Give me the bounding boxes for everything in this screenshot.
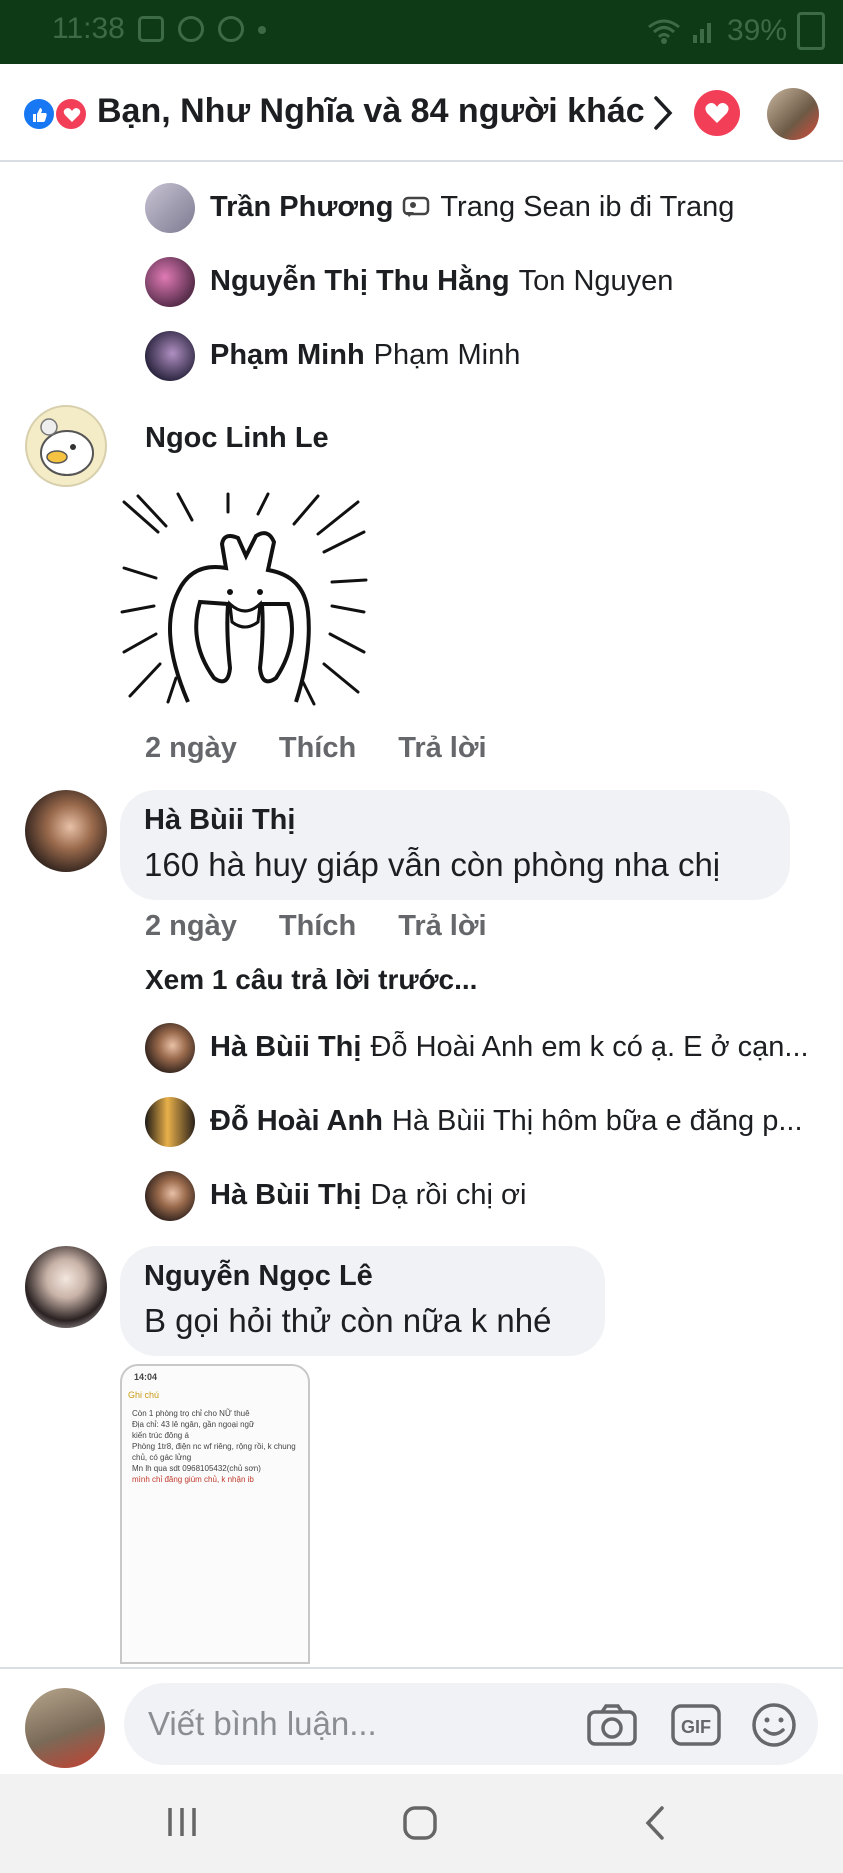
note-line: kiến trúc đông á	[132, 1431, 189, 1440]
avatar[interactable]	[25, 1246, 107, 1328]
screenshot-note-text: Còn 1 phòng trọ chỉ cho NỮ thuê Địa chỉ:…	[132, 1408, 302, 1485]
reply-item: Nguyễn Thị Thu Hằng Ton Nguyen	[210, 265, 673, 298]
note-line: Địa chỉ: 43 lê ngân, gần ngoại ngữ	[132, 1420, 255, 1429]
current-user-avatar	[25, 1688, 105, 1768]
reply-author[interactable]: Nguyễn Thị Thu Hằng	[210, 265, 510, 298]
reply-author[interactable]: Đỗ Hoài Anh	[210, 1105, 383, 1138]
reply-item: Hà Bùii Thị Dạ rồi chị ơi	[210, 1179, 526, 1212]
comment-bubble[interactable]: Hà Bùii Thị 160 hà huy giáp vẫn còn phòn…	[120, 790, 790, 900]
reactions-summary[interactable]: Bạn, Như Nghĩa và 84 người khác	[97, 92, 645, 131]
status-time: 11:38	[52, 12, 125, 45]
home-icon[interactable]	[401, 1804, 439, 1842]
reply-author[interactable]: Hà Bùii Thị	[210, 1179, 361, 1212]
comment-actions: 2 ngày Thích Trả lời	[145, 732, 529, 765]
signal-icon	[692, 23, 711, 43]
avatar[interactable]	[145, 1023, 195, 1073]
heart-reaction-button[interactable]	[694, 90, 740, 136]
emoji-icon[interactable]	[750, 1701, 798, 1749]
reply-text: Phạm Minh	[373, 339, 521, 371]
reply-text: Đỗ Hoài Anh em k có ạ. E ở cạn...	[370, 1031, 809, 1063]
gallery-notification-icon	[138, 16, 164, 42]
attached-screenshot[interactable]: 14:04 Ghi chú Còn 1 phòng trọ chỉ cho NỮ…	[120, 1364, 310, 1664]
tagged-icon	[403, 196, 430, 217]
comment-author[interactable]: Hà Bùii Thị	[144, 804, 295, 837]
love-reaction-icon	[54, 97, 88, 131]
avatar[interactable]	[145, 257, 195, 307]
comment-author[interactable]: Nguyễn Ngọc Lê	[144, 1260, 373, 1293]
gif-icon[interactable]: GIF	[670, 1703, 722, 1747]
reply-author[interactable]: Hà Bùii Thị	[210, 1031, 361, 1064]
reply-text: Hà Bùii Thị hôm bữa e đăng p...	[391, 1105, 803, 1137]
comment-placeholder: Viết bình luận...	[148, 1705, 377, 1742]
avatar[interactable]	[145, 1097, 195, 1147]
reply-item: Hà Bùii Thị Đỗ Hoài Anh em k có ạ. E ở c…	[210, 1031, 809, 1064]
comment-time: 2 ngày	[145, 732, 237, 764]
reply-text: Trang Sean ib đi Trang	[440, 191, 735, 223]
status-bar: 11:38 39%	[0, 0, 843, 64]
reply-author[interactable]: Trần Phương	[210, 191, 393, 224]
like-button[interactable]: Thích	[279, 910, 356, 943]
like-button[interactable]: Thích	[279, 732, 356, 765]
recent-apps-icon[interactable]	[164, 1804, 200, 1840]
screenshot-back-link: Ghi chú	[128, 1390, 160, 1400]
comment-actions: 2 ngày Thích Trả lời	[145, 910, 529, 943]
like-reaction-icon	[22, 97, 56, 131]
reply-button[interactable]: Trả lời	[398, 910, 486, 943]
comment-text: B gọi hỏi thử còn nữa k nhé	[144, 1302, 552, 1339]
screenshot-time: 14:04	[134, 1372, 158, 1382]
reactions-header: Bạn, Như Nghĩa và 84 người khác	[0, 64, 843, 162]
reply-text: Dạ rồi chị ơi	[370, 1179, 527, 1211]
duck-avatar-icon	[40, 418, 94, 476]
messenger-notification-icon	[178, 16, 204, 42]
avatar[interactable]	[145, 331, 195, 381]
system-navigation-bar	[0, 1774, 843, 1873]
wifi-icon	[648, 19, 680, 44]
reply-item: Phạm Minh Phạm Minh	[210, 339, 520, 372]
battery-percent: 39%	[726, 14, 787, 47]
reply-button[interactable]: Trả lời	[398, 732, 486, 765]
more-notifications-icon	[258, 26, 266, 34]
back-icon[interactable]	[640, 1804, 670, 1842]
sticker-image[interactable]	[118, 492, 368, 707]
note-line: mình chỉ đăng giùm chủ, k nhận ib	[132, 1475, 254, 1484]
avatar[interactable]	[145, 183, 195, 233]
reply-item: Trần Phương Trang Sean ib đi Trang	[210, 191, 734, 224]
comment-text: 160 hà huy giáp vẫn còn phòng nha chị	[144, 846, 721, 883]
comment-time: 2 ngày	[145, 910, 237, 942]
avatar[interactable]	[25, 790, 107, 872]
comment-composer: Viết bình luận... GIF	[0, 1667, 843, 1774]
avatar[interactable]	[145, 1171, 195, 1221]
post-author-avatar[interactable]	[767, 88, 819, 140]
chevron-right-icon[interactable]	[652, 94, 674, 132]
comment-bubble[interactable]: Nguyễn Ngọc Lê B gọi hỏi thử còn nữa k n…	[120, 1246, 605, 1356]
reply-text: Ton Nguyen	[518, 265, 674, 297]
comment-input[interactable]: Viết bình luận... GIF	[124, 1683, 818, 1765]
avatar[interactable]	[25, 405, 107, 487]
note-line: Còn 1 phòng trọ chỉ cho NỮ thuê	[132, 1409, 250, 1418]
note-line: chủ, có gác lửng	[132, 1453, 192, 1462]
view-previous-replies-link[interactable]: Xem 1 câu trả lời trước...	[145, 964, 477, 996]
comment-author[interactable]: Ngoc Linh Le	[145, 422, 329, 455]
svg-text:GIF: GIF	[681, 1717, 711, 1737]
camera-icon[interactable]	[586, 1703, 638, 1747]
heart-icon	[705, 102, 729, 123]
note-line: Mn lh qua sdt 0968105432(chủ sơn)	[132, 1464, 261, 1473]
app-notification-icon	[218, 16, 244, 42]
battery-icon	[797, 12, 825, 50]
reply-item: Đỗ Hoài Anh Hà Bùii Thị hôm bữa e đăng p…	[210, 1105, 803, 1138]
notification-icons	[138, 16, 266, 42]
system-indicators: 39%	[647, 12, 825, 50]
note-line: Phòng 1tr8, điện nc wf riêng, rộng rồi, …	[132, 1442, 296, 1451]
reply-author[interactable]: Phạm Minh	[210, 339, 365, 372]
